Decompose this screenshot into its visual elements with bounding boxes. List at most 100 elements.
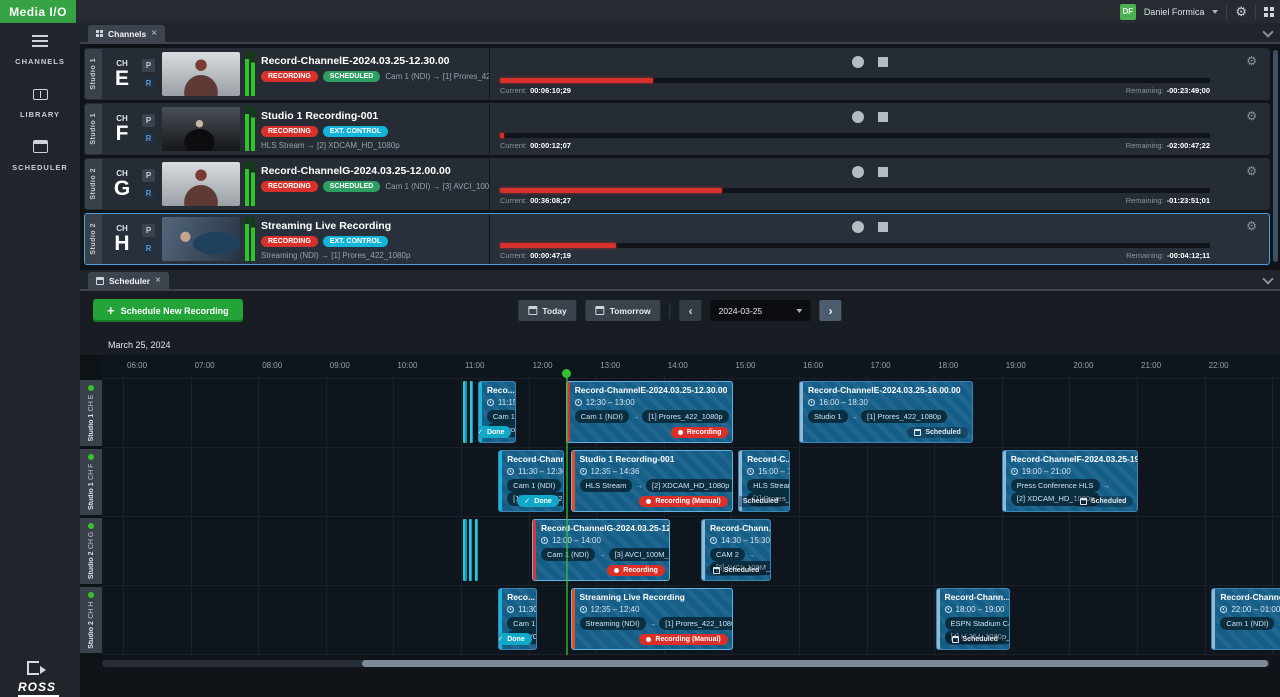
exit-icon <box>27 661 39 675</box>
scheduler-event[interactable]: Record-ChannelE-2024.03.25-16.00.0016:00… <box>799 381 973 443</box>
scheduler-event[interactable]: Record-ChannelF-2024.03.25-19.0...19:00 … <box>1002 450 1139 512</box>
channel-settings-gear-icon[interactable]: ⚙ <box>1246 219 1257 233</box>
record-button[interactable] <box>852 166 864 178</box>
tomorrow-button[interactable]: Tomorrow <box>586 300 661 321</box>
calendar-icon <box>713 567 720 574</box>
user-menu[interactable]: DF Daniel Formica ⚙ <box>1120 0 1274 23</box>
event-time: 18:00 – 19:00 <box>945 605 1004 614</box>
scrollbar-thumb[interactable] <box>362 660 1268 667</box>
avatar: DF <box>1120 4 1136 20</box>
hour-label: 22:00 <box>1209 361 1229 370</box>
clock-icon <box>507 468 514 475</box>
scheduler-event[interactable]: Reco...11:30 -Cam 1 (N→[3] AVCi_✓Done <box>498 588 537 650</box>
logout-button[interactable] <box>27 661 39 675</box>
channel-settings-gear-icon[interactable]: ⚙ <box>1246 109 1257 123</box>
preview-button[interactable]: P <box>142 114 155 127</box>
recording-dot-icon <box>646 637 651 642</box>
hour-label: 18:00 <box>938 361 958 370</box>
next-day-button[interactable]: › <box>820 300 842 321</box>
close-icon[interactable]: × <box>155 275 161 286</box>
scheduler-event[interactable]: Record-ChannelE-2024.03.25-12.30.0012:30… <box>566 381 734 443</box>
chevron-down-icon <box>1212 10 1218 14</box>
event-source-route: Cam 1 (NDI)→[4] H. <box>1220 617 1280 630</box>
channel-thumbnail <box>162 217 240 261</box>
channel-row[interactable]: Studio 1 CHF P R Studio 1 Recording-001 … <box>84 103 1270 155</box>
stop-button[interactable] <box>878 222 888 232</box>
preview-button[interactable]: P <box>142 169 155 182</box>
scheduler-event[interactable]: Streaming Live Recording12:35 – 12:40Str… <box>571 588 733 650</box>
record-button[interactable] <box>852 56 864 68</box>
status-badge: RECORDING <box>261 181 318 192</box>
collapse-panel-chevron-icon[interactable] <box>1264 28 1272 36</box>
channel-settings-gear-icon[interactable]: ⚙ <box>1246 54 1257 68</box>
event-status-badge: Recording (Manual) <box>639 496 727 507</box>
event-status-badge: Scheduled <box>706 565 766 576</box>
scheduler-event[interactable]: Record-Chann...11:30 – 12:30Cam 1 (NDI)→… <box>498 450 564 512</box>
recording-title: Streaming Live Recording <box>261 220 489 232</box>
preview-button[interactable]: P <box>142 59 155 72</box>
vertical-scrollbar[interactable] <box>1273 50 1278 262</box>
channel-row[interactable]: Studio 1 CHE P R Record-ChannelE-2024.03… <box>84 48 1270 100</box>
close-icon[interactable]: × <box>151 28 157 39</box>
record-toggle-button[interactable]: R <box>142 242 155 255</box>
stop-button[interactable] <box>878 112 888 122</box>
stop-button[interactable] <box>878 167 888 177</box>
record-toggle-button[interactable]: R <box>142 77 155 90</box>
channel-row[interactable]: Studio 2 CHG P R Record-ChannelG-2024.03… <box>84 158 1270 210</box>
sidebar-item-scheduler[interactable]: SCHEDULER <box>0 129 80 182</box>
tab-scheduler[interactable]: Scheduler × <box>88 272 169 289</box>
audio-meters <box>245 104 255 154</box>
previous-day-button[interactable]: ‹ <box>680 300 702 321</box>
today-button[interactable]: Today <box>518 300 576 321</box>
record-progress-bar <box>500 133 1210 138</box>
channel-online-dot <box>88 385 94 391</box>
apps-grid-icon[interactable] <box>1264 7 1274 17</box>
event-source-route: Streaming (NDI)→[1] Prores_422_1080p <box>580 617 727 630</box>
hour-label: 10:00 <box>397 361 417 370</box>
sidebar-item-library[interactable]: LIBRARY <box>0 76 80 129</box>
stop-button[interactable] <box>878 57 888 67</box>
channel-row[interactable]: Studio 2 CHH P R Streaming Live Recordin… <box>84 213 1270 265</box>
scheduler-event-sliver[interactable] <box>463 381 467 443</box>
sidebar-item-channels[interactable]: CHANNELS <box>0 23 80 76</box>
top-header: Media I/O DF Daniel Formica ⚙ <box>0 0 1280 23</box>
timeline-row-label: Studio 1CH E <box>80 380 102 446</box>
timeline-grid[interactable]: 06:0007:0008:0009:0010:0011:0012:0013:00… <box>102 355 1280 655</box>
record-button[interactable] <box>852 111 864 123</box>
scheduler-event[interactable]: Record-ChannelH-222:00 – 01:00+1Cam 1 (N… <box>1211 588 1280 650</box>
event-status-badge: Recording <box>671 427 729 438</box>
event-status-badge: ✓Done <box>478 426 512 438</box>
scheduler-event[interactable]: Reco...11:15 -Cam 1 (N→[1] Prores✓Done <box>478 381 517 443</box>
event-status-badge: Recording (Manual) <box>639 634 727 645</box>
scheduler-event[interactable]: Record-C...15:00 – 15:4HLS Stream→[1] Pr… <box>738 450 790 512</box>
schedule-new-recording-button[interactable]: + Schedule New Recording <box>93 299 243 322</box>
remaining-time: Remaining:-02:00:47;22 <box>1126 141 1210 150</box>
record-toggle-button[interactable]: R <box>142 187 155 200</box>
horizontal-scrollbar[interactable] <box>102 660 1270 667</box>
event-source-route: Cam 1 (NDI)→[1] Prores_422_1080p <box>575 410 728 423</box>
tab-channels[interactable]: Channels × <box>88 25 165 42</box>
recording-dot-icon <box>646 499 651 504</box>
collapse-panel-chevron-icon[interactable] <box>1264 275 1272 283</box>
scheduler-event-sliver[interactable] <box>470 381 473 443</box>
settings-gear-icon[interactable]: ⚙ <box>1235 5 1247 18</box>
event-time: 16:00 – 18:30 <box>808 398 967 407</box>
scheduler-event[interactable]: Record-Chann...14:30 – 15:30CAM 2→[3] AV… <box>701 519 771 581</box>
scheduler-event-sliver[interactable] <box>475 519 478 581</box>
scheduler-event-sliver[interactable] <box>469 519 472 581</box>
record-toggle-button[interactable]: R <box>142 132 155 145</box>
scheduler-event[interactable]: Record-ChannelG-2024.03.25-12.0...12:00 … <box>532 519 670 581</box>
plus-icon: + <box>107 304 115 317</box>
preview-button[interactable]: P <box>142 224 155 237</box>
scheduler-event[interactable]: Record-Chann...18:00 – 19:00ESPN Stadium… <box>936 588 1010 650</box>
date-select[interactable]: 2024-03-25 <box>711 300 811 321</box>
scheduler-event-sliver[interactable] <box>463 519 467 581</box>
channel-settings-gear-icon[interactable]: ⚙ <box>1246 164 1257 178</box>
main-area: Channels × Studio 1 CHE P R Record-Chann… <box>80 23 1280 697</box>
channels-tabbar: Channels × <box>80 23 1280 44</box>
record-button[interactable] <box>852 221 864 233</box>
source-route: HLS Stream → [2] XDCAM_HD_1080p <box>261 141 489 150</box>
scheduler-event[interactable]: Studio 1 Recording-00112:35 – 14:36HLS S… <box>571 450 733 512</box>
app-logo: Media I/O <box>0 0 76 23</box>
status-badge: EXT. CONTROL <box>323 236 388 247</box>
